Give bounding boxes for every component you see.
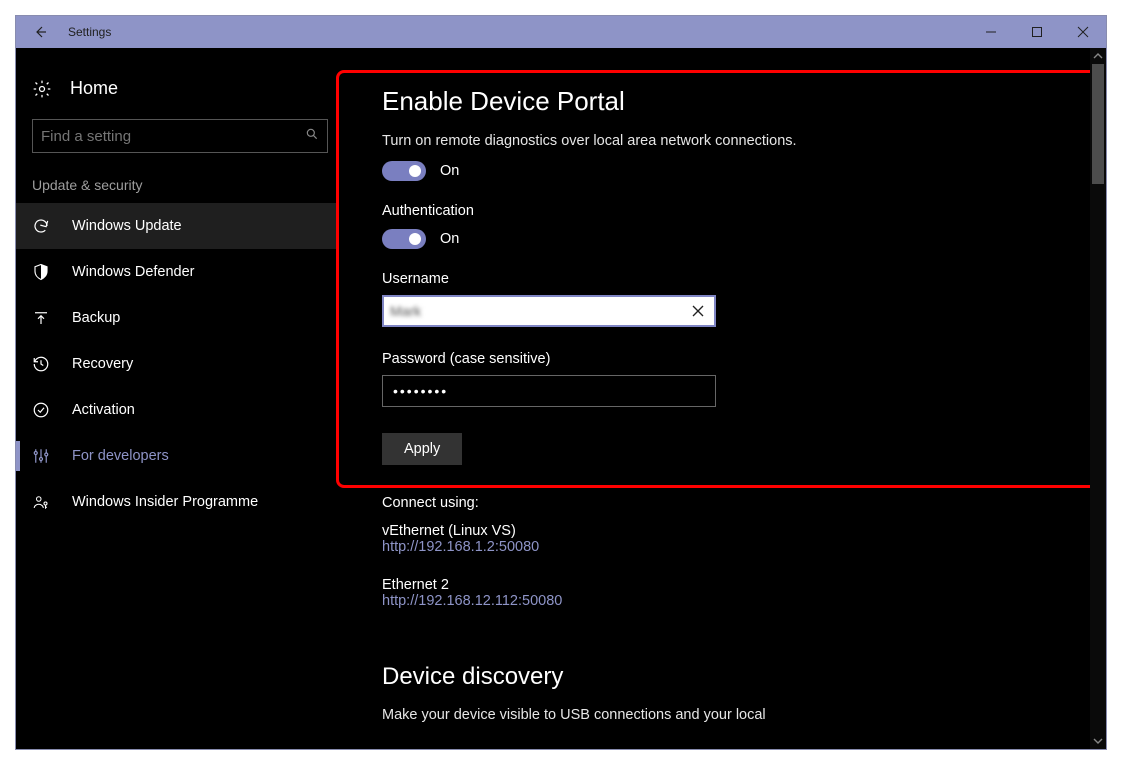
home-link[interactable]: Home (16, 72, 336, 109)
window-title: Settings (64, 25, 111, 39)
maximize-button[interactable] (1014, 16, 1060, 48)
arrow-left-icon (32, 24, 48, 40)
device-portal-toggle[interactable] (382, 161, 426, 181)
vertical-scrollbar[interactable] (1090, 48, 1106, 749)
sidebar-item-for-developers[interactable]: For developers (16, 433, 336, 479)
username-field[interactable] (382, 295, 716, 327)
network-2-name: Ethernet 2 (382, 573, 1106, 593)
password-label: Password (case sensitive) (382, 347, 1106, 375)
sidebar-item-windows-update[interactable]: Windows Update (16, 203, 336, 249)
section-heading-device-discovery: Device discovery (382, 627, 1106, 705)
sync-icon (32, 217, 54, 235)
device-portal-description: Turn on remote diagnostics over local ar… (382, 131, 1106, 159)
close-button[interactable] (1060, 16, 1106, 48)
chevron-up-icon (1093, 51, 1103, 61)
section-heading-device-portal: Enable Device Portal (382, 48, 1106, 131)
check-circle-icon (32, 401, 54, 419)
password-field[interactable] (382, 375, 716, 407)
connect-using-label: Connect using: (382, 495, 1106, 519)
back-button[interactable] (16, 16, 64, 48)
minimize-icon (985, 26, 997, 38)
search-icon (305, 127, 319, 146)
sidebar-item-backup[interactable]: Backup (16, 295, 336, 341)
sidebar: Home Update & security Windows Update Wi… (16, 48, 336, 749)
authentication-toggle-label: On (440, 231, 459, 247)
sliders-icon (32, 447, 54, 465)
scroll-up-button[interactable] (1090, 48, 1106, 64)
scroll-down-button[interactable] (1090, 733, 1106, 749)
main-content: Enable Device Portal Turn on remote diag… (336, 48, 1106, 749)
arrow-up-bar-icon (32, 309, 54, 327)
clear-username-button[interactable] (688, 305, 708, 317)
authentication-label: Authentication (382, 199, 1106, 227)
home-label: Home (70, 78, 118, 99)
shield-icon (32, 263, 54, 281)
people-key-icon (32, 493, 54, 511)
title-bar: Settings (16, 16, 1106, 48)
gear-icon (32, 79, 56, 99)
window-body: Home Update & security Windows Update Wi… (16, 48, 1106, 749)
maximize-icon (1031, 26, 1043, 38)
sidebar-item-label: Activation (72, 402, 135, 418)
clear-icon (692, 305, 704, 317)
sidebar-item-activation[interactable]: Activation (16, 387, 336, 433)
search-input[interactable] (41, 128, 305, 145)
search-box[interactable] (32, 119, 328, 153)
authentication-toggle[interactable] (382, 229, 426, 249)
network-1-name: vEthernet (Linux VS) (382, 519, 1106, 539)
device-discovery-description: Make your device visible to USB connecti… (382, 705, 1106, 733)
chevron-down-icon (1093, 736, 1103, 746)
scrollbar-thumb[interactable] (1092, 64, 1104, 184)
network-1-link[interactable]: http://192.168.1.2:50080 (382, 539, 1106, 573)
device-portal-toggle-label: On (440, 163, 459, 179)
username-input[interactable] (390, 303, 688, 319)
username-label: Username (382, 267, 1106, 295)
sidebar-item-windows-defender[interactable]: Windows Defender (16, 249, 336, 295)
sidebar-item-label: Recovery (72, 356, 133, 372)
section-title: Update & security (16, 171, 336, 203)
settings-window: Settings Home (15, 15, 1107, 750)
network-2-link[interactable]: http://192.168.12.112:50080 (382, 593, 1106, 627)
sidebar-item-label: Windows Insider Programme (72, 494, 258, 510)
sidebar-item-label: For developers (72, 448, 169, 464)
history-icon (32, 355, 54, 373)
minimize-button[interactable] (968, 16, 1014, 48)
sidebar-item-label: Windows Defender (72, 264, 195, 280)
sidebar-item-label: Windows Update (72, 218, 182, 234)
sidebar-item-label: Backup (72, 310, 120, 326)
sidebar-item-windows-insider[interactable]: Windows Insider Programme (16, 479, 336, 525)
apply-button[interactable]: Apply (382, 433, 462, 465)
password-input[interactable] (393, 383, 705, 399)
sidebar-item-recovery[interactable]: Recovery (16, 341, 336, 387)
close-icon (1077, 26, 1089, 38)
